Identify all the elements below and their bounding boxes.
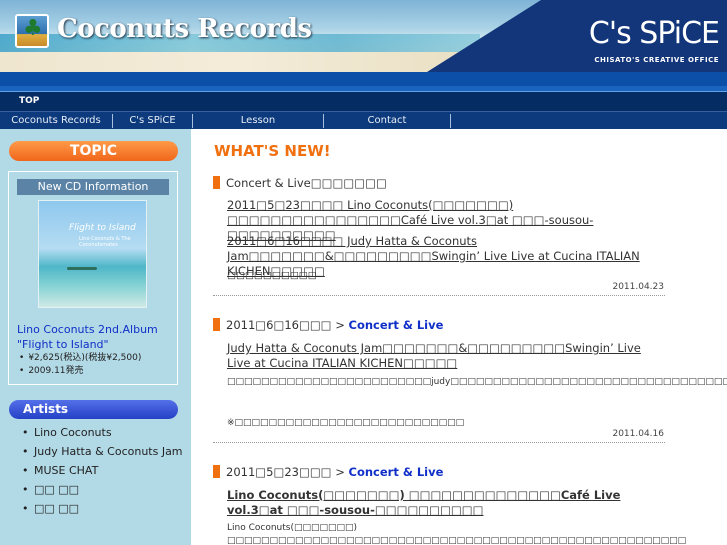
cd-release-date: 2009.11発売 bbox=[19, 365, 141, 378]
news-note: □□□□□□□□□□ bbox=[227, 270, 317, 281]
divider bbox=[213, 442, 665, 443]
artist-item[interactable]: Judy Hatta & Coconuts Jam bbox=[22, 442, 184, 461]
cd-title-link[interactable]: Lino Coconuts 2nd.Album "Flight to Islan… bbox=[17, 322, 177, 352]
site-logo-text[interactable]: Coconuts Records bbox=[57, 14, 312, 44]
nav-cs-spice[interactable]: C's SPiCE bbox=[113, 114, 193, 128]
orange-bar-icon bbox=[213, 465, 220, 478]
header-band bbox=[0, 72, 727, 86]
nav-coconuts-records[interactable]: Coconuts Records bbox=[0, 114, 113, 128]
news-date-text: 2011□6□16□□□ > bbox=[226, 318, 349, 332]
topic-button[interactable]: TOPIC bbox=[9, 141, 178, 161]
new-cd-box: New CD Information Flight to Island Lino… bbox=[8, 171, 178, 385]
news-title-link[interactable]: Judy Hatta & Coconuts Jam□□□□□□□&□□□□□□□… bbox=[227, 341, 641, 370]
orange-bar-icon bbox=[213, 176, 220, 189]
news-head-text: Concert & Live□□□□□□□ bbox=[226, 176, 387, 190]
orange-bar-icon bbox=[213, 318, 220, 331]
artist-item[interactable]: □□ □□ bbox=[22, 480, 184, 499]
news-date-text: 2011□5□23□□□ > bbox=[226, 465, 349, 479]
brand-logo[interactable]: C's SPiCE bbox=[589, 16, 720, 51]
cover-island bbox=[67, 267, 97, 270]
sub-nav: Coconuts Records C's SPiCE Lesson Contac… bbox=[0, 111, 727, 129]
header-banner: ♣ Coconuts Records C's SPiCE CHISATO'S C… bbox=[0, 0, 727, 72]
news-body: □□□□□□□□□□□□□□□□□□□□□□□□judy□□□□□□□□□□□□… bbox=[227, 377, 727, 387]
artist-list: Lino Coconuts Judy Hatta & Coconuts Jam … bbox=[22, 423, 184, 518]
artist-item[interactable]: □□ □□ bbox=[22, 499, 184, 518]
cd-price: ¥2,625(税込)(税抜¥2,500) bbox=[19, 352, 141, 365]
concert-live-link[interactable]: Concert & Live bbox=[349, 465, 444, 479]
news-head: 2011□5□23□□□ > Concert & Live bbox=[213, 465, 443, 479]
news-title: Lino Coconuts(□□□□□□□) □□□□□□□□□□□□□□Caf… bbox=[227, 488, 667, 518]
palm-logo-icon[interactable]: ♣ bbox=[15, 14, 49, 48]
sidebar: TOPIC New CD Information Flight to Islan… bbox=[0, 129, 191, 545]
news-body: Lino Coconuts(□□□□□□□) □□□□□□□□□□□□□□□□□… bbox=[227, 523, 687, 545]
news-head: Concert & Live□□□□□□□ bbox=[213, 176, 387, 190]
nav-lesson[interactable]: Lesson bbox=[193, 114, 324, 128]
news-title-link[interactable]: Lino Coconuts(□□□□□□□) □□□□□□□□□□□□□□Caf… bbox=[227, 488, 620, 517]
cd-cover-image[interactable]: Flight to Island Lino Coconuts & The Coc… bbox=[38, 200, 147, 308]
nav-top-link[interactable]: TOP bbox=[19, 96, 39, 106]
news-title: Judy Hatta & Coconuts Jam□□□□□□□&□□□□□□□… bbox=[227, 341, 667, 371]
artist-item[interactable]: Lino Coconuts bbox=[22, 423, 184, 442]
news-head: 2011□6□16□□□ > Concert & Live bbox=[213, 318, 443, 332]
cd-cover-title: Flight to Island bbox=[69, 223, 136, 233]
top-nav: TOP bbox=[0, 92, 727, 111]
news-date: 2011.04.16 bbox=[612, 429, 664, 439]
cd-info-list: ¥2,625(税込)(税抜¥2,500) 2009.11発売 bbox=[19, 352, 141, 378]
new-cd-heading: New CD Information bbox=[17, 179, 169, 195]
artist-item[interactable]: MUSE CHAT bbox=[22, 461, 184, 480]
banner-sand bbox=[0, 52, 480, 72]
whats-new-heading: WHAT'S NEW! bbox=[214, 142, 331, 160]
nav-contact[interactable]: Contact bbox=[324, 114, 451, 128]
news-date: 2011.04.23 bbox=[612, 282, 664, 292]
cd-cover-subtitle: Lino Coconuts & The Coconutsmates bbox=[79, 236, 131, 248]
divider bbox=[213, 295, 665, 296]
artists-button[interactable]: Artists bbox=[9, 400, 178, 419]
brand-subtitle: CHISATO'S CREATIVE OFFICE bbox=[594, 56, 719, 64]
concert-live-link[interactable]: Concert & Live bbox=[349, 318, 444, 332]
main-content: WHAT'S NEW! Concert & Live□□□□□□□ 2011□5… bbox=[191, 129, 727, 545]
